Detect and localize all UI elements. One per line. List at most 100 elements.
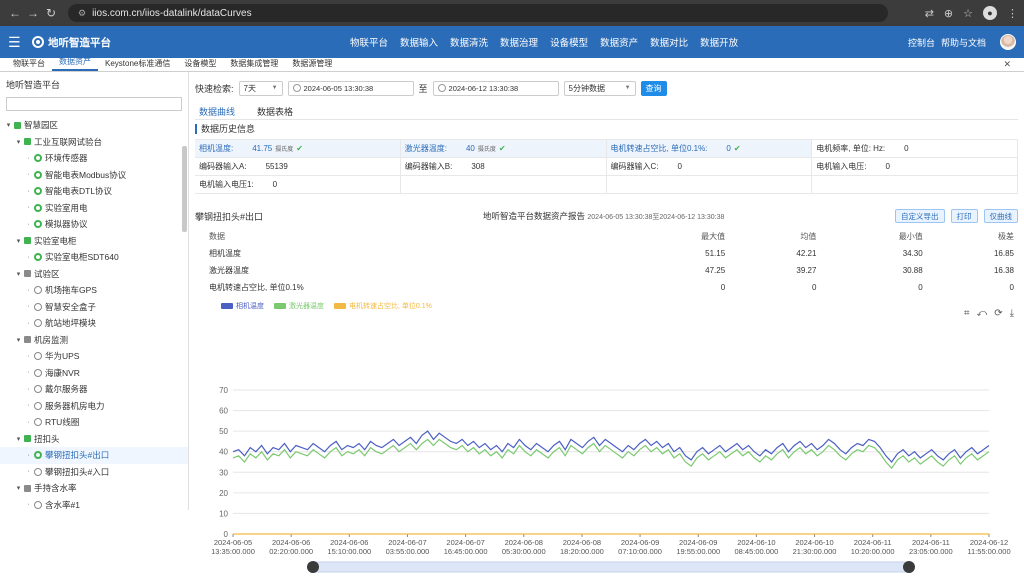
metric-cell [607,176,813,194]
reload-icon[interactable]: ↻ [42,6,60,20]
tree-item[interactable]: ·服务器机房电力 [0,398,188,415]
stats-header: 数据 [195,228,623,245]
hamburger-menu-icon[interactable]: ☰ [8,34,26,51]
tree-item[interactable]: ▾工业互联网试验台 [0,134,188,151]
tree-item[interactable]: ▾智慧园区 [0,117,188,134]
subtab-1[interactable]: 数据资产 [52,56,98,71]
tree-item[interactable]: ·智能电表Modbus协议 [0,167,188,184]
zoom-handle-right[interactable] [903,561,915,573]
topnav-item-6[interactable]: 数据对比 [644,35,694,49]
interval-select[interactable]: 5分钟数据▼ [564,81,636,96]
help-docs-link[interactable]: 帮助与文档 [941,36,986,49]
end-date-input[interactable]: 2024-06-12 13:30:38 [433,81,559,96]
tree-item[interactable]: ▾试验区 [0,266,188,283]
subtab-0[interactable]: 物联平台 [6,58,52,71]
y-tick-label: 50 [219,427,228,436]
zoom-icon[interactable]: ⊕ [944,7,953,20]
topnav-item-3[interactable]: 数据治理 [494,35,544,49]
print-button[interactable]: 打印 [951,209,978,223]
tree-item[interactable]: ·攀钢扭扣头#出口 [0,447,188,464]
folder-icon [24,237,31,244]
x-tick-label: 05:30:00.000 [502,547,546,556]
topnav-item-5[interactable]: 数据资产 [594,35,644,49]
tree-item[interactable]: ·模拟器协议 [0,216,188,233]
tree-item[interactable]: ·海康NVR [0,365,188,382]
caret-down-icon[interactable]: ▾ [14,435,23,443]
metric-cell: 电机输入电压:0 [812,158,1018,176]
search-button[interactable]: 查询 [641,81,667,96]
avatar[interactable] [1000,34,1016,50]
zoom-select-icon[interactable]: ⌗ [964,308,970,319]
tree-item[interactable]: ·智慧安全盒子 [0,299,188,316]
legend-item[interactable]: 激光器温度 [274,301,324,311]
custom-export-button[interactable]: 自定义导出 [895,209,945,223]
tree-item[interactable]: ▾ 机房监测 [0,332,188,349]
chart-toolbox: ⌗ ⤺ ⟳ ⤓ [964,308,1014,319]
range-select[interactable]: 7天▼ [239,81,283,96]
tree-item[interactable]: ·实验室用电 [0,200,188,217]
tree-item[interactable]: ·攀钢扭扣头#入口 [0,464,188,481]
caret-down-icon[interactable]: ▾ [4,121,13,129]
subtab-4[interactable]: 数据集成管理 [223,58,285,71]
tree-item[interactable]: ·含水率#1 [0,497,188,511]
bookmark-star-icon[interactable]: ☆ [963,7,973,20]
tab-data-curves[interactable]: 数据曲线 [199,100,235,119]
tab-data-table[interactable]: 数据表格 [257,100,293,119]
tree-item[interactable]: ·环境传感器 [0,150,188,167]
console-link[interactable]: 控制台 [908,36,935,49]
tree-item[interactable]: ▾实验室电柜 [0,233,188,250]
start-date-input[interactable]: 2024-06-05 13:30:38 [288,81,414,96]
back-icon[interactable]: ← [6,6,24,20]
top-navigation: 物联平台数据输入数据清洗数据治理设备模型数据资产数据对比数据开放 [344,35,744,49]
close-icon[interactable]: ✕ [996,59,1018,72]
tree-item[interactable]: ▾手持含水率 [0,480,188,497]
app-name: 地听智造平台 [48,35,111,50]
tree-search-input[interactable] [6,97,182,111]
legend-item[interactable]: 电机转速占空比, 单位0.1% [334,301,432,311]
zoom-reset-icon[interactable]: ⤺ [976,308,987,319]
folder-icon [24,138,31,145]
topnav-item-7[interactable]: 数据开放 [694,35,744,49]
tree-item[interactable]: ▾扭扣头 [0,431,188,448]
tree-item[interactable]: ·RTU线圈 [0,414,188,431]
tree-item[interactable]: ·戴尔服务器 [0,381,188,398]
tree-dot-icon: · [24,303,33,310]
caret-down-icon[interactable]: ▾ [14,270,23,278]
caret-down-icon[interactable]: ▾ [14,336,23,344]
metric-label: 电机输入电压1: [199,179,254,190]
forward-icon[interactable]: → [24,6,42,20]
metric-label: 电机输入电压: [816,161,866,172]
subtab-3[interactable]: 设备模型 [177,58,223,71]
tree-item[interactable]: ·航站地坪模块 [0,315,188,332]
subtab-2[interactable]: Keystone标准通信 [98,58,177,71]
menu-kebab-icon[interactable]: ⋮ [1007,7,1018,20]
tree-item[interactable]: ·实验室电柜SDT640 [0,249,188,266]
legend-item[interactable]: 相机温度 [221,301,264,311]
site-info-icon[interactable]: ⚙ [78,8,86,19]
tree-item[interactable]: ·华为UPS [0,348,188,365]
tree-item[interactable]: ·智能电表DTL协议 [0,183,188,200]
metric-value: 40 [466,144,475,153]
caret-down-icon[interactable]: ▾ [14,138,23,146]
topnav-item-1[interactable]: 数据输入 [394,35,444,49]
sidebar-scrollbar[interactable] [182,146,187,232]
zoom-handle-left[interactable] [307,561,319,573]
topnav-item-0[interactable]: 物联平台 [344,35,394,49]
download-icon[interactable]: ⤓ [1010,308,1014,319]
profile-icon[interactable]: ● [983,6,997,20]
app-logo[interactable]: 地听智造平台 [32,35,111,50]
restore-icon[interactable]: ⟳ [994,308,1002,319]
tree-item-label: 机房监测 [34,334,68,346]
metric-cell: 激光器温度:40摄氏度✔ [401,140,607,158]
curve-only-button[interactable]: 仅曲线 [984,209,1019,223]
topnav-item-2[interactable]: 数据清洗 [444,35,494,49]
address-bar[interactable]: ⚙ iios.com.cn/iios-datalink/dataCurves [68,4,888,22]
caret-down-icon[interactable]: ▾ [14,237,23,245]
device-online-icon [34,187,42,195]
tree-item[interactable]: ·机场拖车GPS [0,282,188,299]
topnav-item-4[interactable]: 设备模型 [544,35,594,49]
translate-icon[interactable]: ⇄ [925,7,934,20]
caret-down-icon[interactable]: ▾ [14,484,23,492]
chart-legend: 相机温度激光器温度电机转速占空比, 单位0.1% [195,300,1018,312]
subtab-5[interactable]: 数据源管理 [285,58,339,71]
